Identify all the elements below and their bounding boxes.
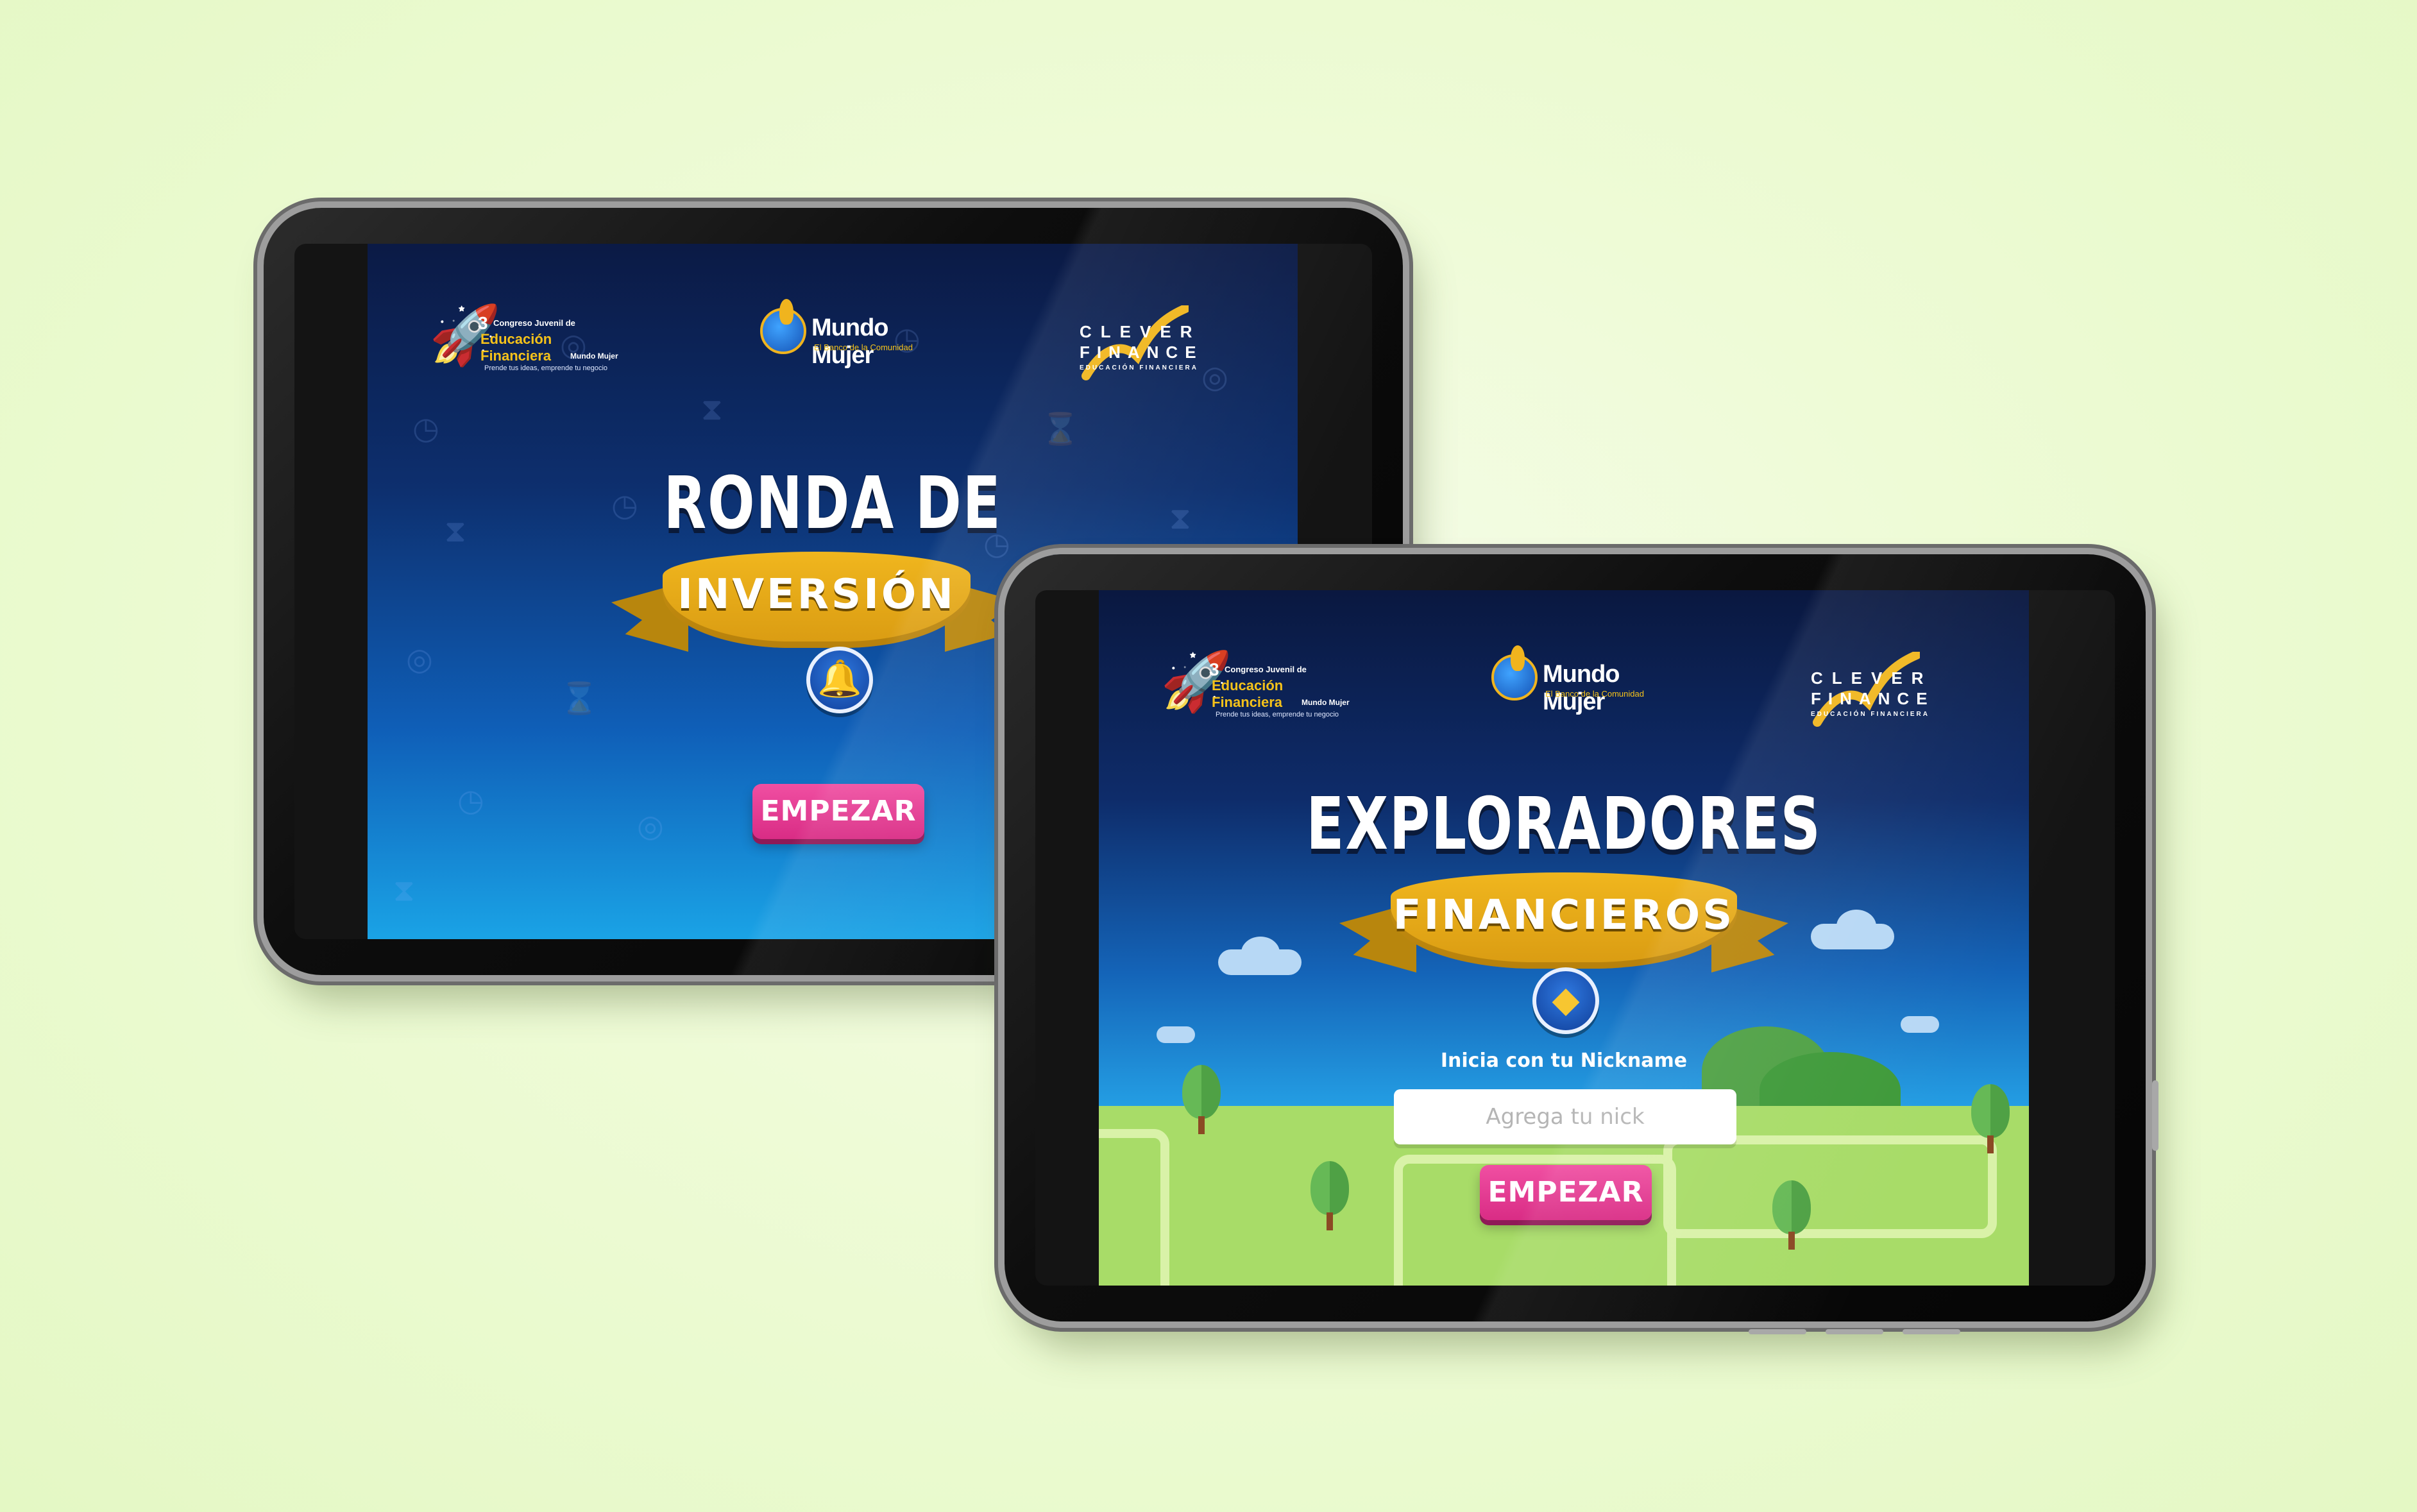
cloud [1836, 910, 1876, 943]
start-button[interactable]: EMPEZAR [752, 784, 924, 839]
mundo-mujer-subtitle: El Banco de la Comunidad [1545, 689, 1644, 699]
logo-row: 🚀 3 Congreso Juvenil de Educación Financ… [368, 298, 1298, 387]
logo-row: 🚀 3 Congreso Juvenil de Educación Financ… [1099, 644, 2029, 734]
congreso-line3: Mundo Mujer [570, 352, 618, 361]
cloud [1901, 1016, 1939, 1033]
clever-finance-logo: CLEVER FINANCE EDUCACIÓN FINANCIERA [1804, 652, 1933, 729]
ribbon-label: FINANCIEROS [1393, 892, 1735, 939]
clever-line3: EDUCACIÓN FINANCIERA [1811, 711, 1929, 718]
cloud [1241, 937, 1280, 969]
globe-icon [1491, 645, 1538, 701]
game-title: EXPLORADORES [1306, 783, 1822, 866]
tablet-exploradores: 🚀 3 Congreso Juvenil de Educación Financ… [1005, 554, 2158, 1334]
mundo-mujer-name: Mundo Mujer [811, 314, 889, 369]
bell-icon: 🔔 [806, 647, 873, 713]
clever-line2: FINANCE [1080, 343, 1203, 362]
start-button[interactable]: EMPEZAR [1480, 1165, 1652, 1220]
congreso-line1: Congreso Juvenil de [493, 318, 575, 328]
mundo-mujer-logo: Mundo Mujer El Banco de la Comunidad [1491, 645, 1684, 715]
clever-line3: EDUCACIÓN FINANCIERA [1080, 364, 1198, 371]
congreso-line1: Congreso Juvenil de [1225, 665, 1307, 674]
path [1099, 1129, 1169, 1286]
bottom-button [1826, 1329, 1883, 1334]
bottom-button [1749, 1329, 1806, 1334]
colombia-map-icon: ◆ [1532, 967, 1599, 1034]
cloud [1157, 1026, 1195, 1043]
mundo-mujer-subtitle: El Banco de la Comunidad [814, 343, 913, 352]
clever-finance-logo: CLEVER FINANCE EDUCACIÓN FINANCIERA [1073, 305, 1201, 382]
mundo-mujer-name: Mundo Mujer [1543, 661, 1620, 715]
congreso-logo: 🚀 3 Congreso Juvenil de Educación Financ… [429, 298, 622, 387]
mundo-mujer-logo: Mundo Mujer El Banco de la Comunidad [760, 299, 953, 369]
congreso-tagline: Prende tus ideas, emprende tu negocio [484, 364, 608, 372]
nickname-label: Inicia con tu Nickname [1440, 1049, 1688, 1072]
volume-button [2152, 1080, 2158, 1151]
clever-line2: FINANCE [1811, 689, 1935, 708]
clever-line1: CLEVER [1080, 322, 1201, 341]
congreso-logo: 🚀 3 Congreso Juvenil de Educación Financ… [1160, 644, 1353, 734]
congreso-line3: Mundo Mujer [1302, 698, 1350, 707]
clever-line1: CLEVER [1811, 668, 1933, 688]
game-title: RONDA DE [663, 462, 1002, 545]
congreso-tagline: Prende tus ideas, emprende tu negocio [1216, 711, 1339, 718]
ribbon-label: INVERSIÓN [677, 571, 956, 618]
nickname-input[interactable] [1394, 1089, 1736, 1144]
screen-exploradores-financieros: 🚀 3 Congreso Juvenil de Educación Financ… [1099, 590, 2029, 1286]
path [1663, 1135, 1997, 1238]
globe-icon [760, 299, 806, 354]
bottom-button [1903, 1329, 1960, 1334]
